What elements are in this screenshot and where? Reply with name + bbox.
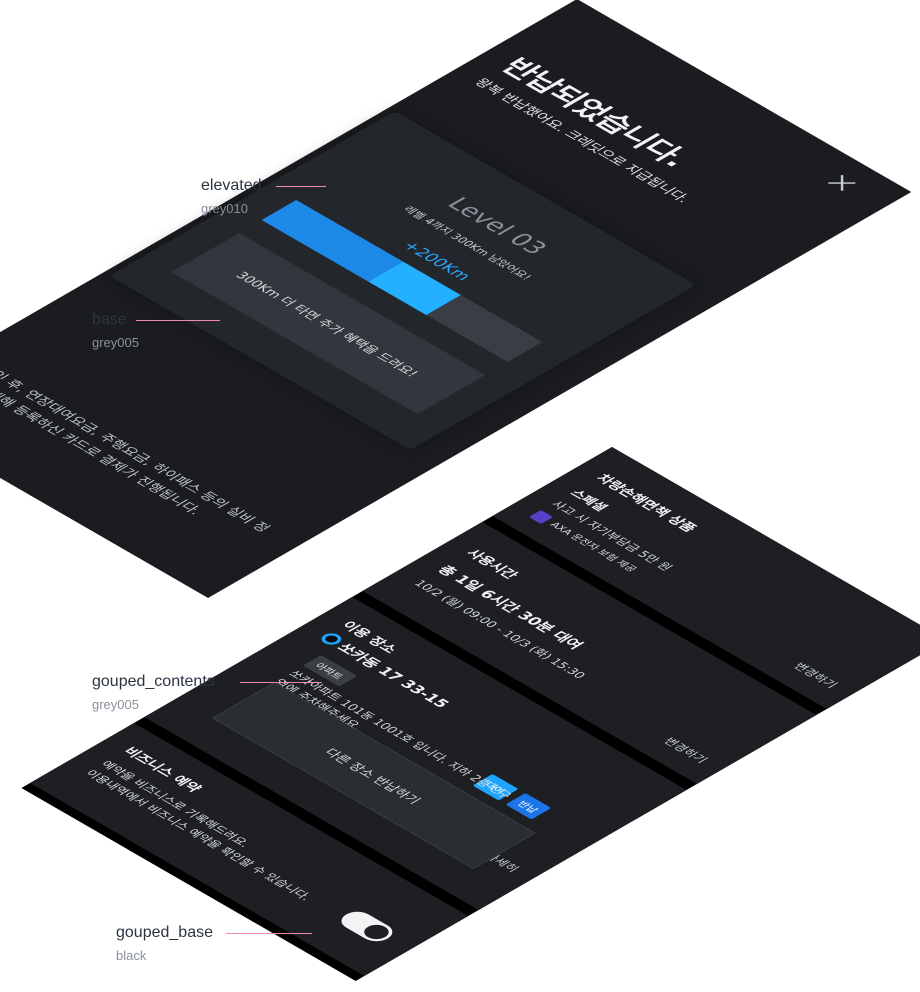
label-base: base grey005 <box>92 311 139 350</box>
axa-logo-icon <box>528 510 554 524</box>
label-line-elevated <box>276 186 326 187</box>
close-icon[interactable] <box>823 172 861 194</box>
business-toggle[interactable] <box>334 908 399 945</box>
insurance-change-link[interactable]: 변경하기 <box>789 660 842 691</box>
usage-change-link[interactable]: 변경하기 <box>659 735 712 766</box>
label-line-grouped-contents <box>240 682 322 683</box>
label-line-base <box>136 320 220 321</box>
payment-notice: 확인 후, 연장대여요금, 주행요금, 하이패스 등의 실비 정산에 대해 등록… <box>0 362 273 535</box>
label-elevated: elevated grey010 <box>201 177 262 216</box>
toggle-knob <box>359 922 394 942</box>
label-grouped-base: gouped_base black <box>116 924 213 963</box>
label-grouped-contents: gouped_contents grey005 <box>92 673 215 712</box>
label-line-grouped-base <box>226 933 312 934</box>
